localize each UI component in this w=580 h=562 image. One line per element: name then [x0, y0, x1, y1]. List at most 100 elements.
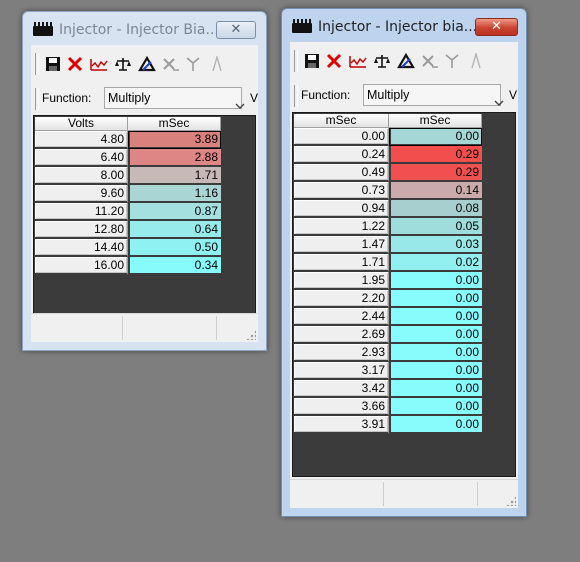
row-value-cell[interactable]: 0.00 [389, 290, 482, 308]
row-key-cell[interactable]: 0.49 [294, 164, 389, 182]
row-value-cell[interactable]: 0.34 [128, 257, 221, 275]
graph-icon[interactable] [348, 51, 368, 71]
scale-icon[interactable] [420, 51, 440, 71]
row-key-cell[interactable]: 0.94 [294, 200, 389, 218]
more-tools-icon[interactable] [466, 51, 486, 71]
delete-icon[interactable] [324, 51, 344, 71]
row-value-cell[interactable]: 0.00 [389, 272, 482, 290]
balance-icon[interactable] [372, 51, 392, 71]
app-chip-icon [292, 19, 312, 33]
row-key-cell[interactable]: 2.44 [294, 308, 389, 326]
row-value-cell[interactable]: 0.00 [389, 308, 482, 326]
row-key-cell[interactable]: 9.60 [35, 185, 128, 203]
injector-bias-window-volts[interactable]: Injector - Injector Bia... ✕ Function: M… [22, 11, 267, 351]
row-value-cell[interactable]: 1.16 [128, 185, 221, 203]
close-button[interactable]: ✕ [475, 18, 518, 36]
title-bar[interactable]: Injector - Injector Bia... ✕ [23, 12, 266, 45]
row-key-cell[interactable]: 3.91 [294, 416, 389, 434]
function-select[interactable]: Multiply [104, 87, 245, 109]
table-row: 14.40 0.50 [35, 239, 221, 257]
save-icon[interactable] [43, 54, 63, 74]
toolbar-grip[interactable] [294, 50, 298, 72]
row-key-cell[interactable]: 11.20 [35, 203, 128, 221]
split-icon[interactable] [183, 54, 203, 74]
table-row: 0.73 0.14 [294, 182, 482, 200]
injector-bias-window-msec[interactable]: Injector - Injector bia... ✕ Function: M… [281, 8, 527, 517]
row-key-cell[interactable]: 4.80 [35, 131, 128, 149]
row-value-cell[interactable]: 1.71 [128, 167, 221, 185]
row-value-cell[interactable]: 0.02 [389, 254, 482, 272]
function-select-value: Multiply [367, 88, 410, 102]
function-select[interactable]: Multiply [363, 84, 504, 106]
table-row: 0.94 0.08 [294, 200, 482, 218]
row-key-cell[interactable]: 6.40 [35, 149, 128, 167]
row-value-cell[interactable]: 0.64 [128, 221, 221, 239]
column-header-key[interactable]: Volts [35, 117, 128, 131]
row-value-cell[interactable]: 0.00 [389, 398, 482, 416]
row-key-cell[interactable]: 14.40 [35, 239, 128, 257]
row-value-cell[interactable]: 0.00 [389, 380, 482, 398]
row-value-cell[interactable]: 0.00 [389, 416, 482, 434]
row-key-cell[interactable]: 1.22 [294, 218, 389, 236]
delta-icon[interactable] [137, 54, 157, 74]
row-value-cell[interactable]: 0.08 [389, 200, 482, 218]
column-header-value[interactable]: mSec [389, 114, 482, 128]
resize-grip-icon[interactable] [246, 330, 256, 340]
close-button[interactable]: ✕ [216, 21, 256, 39]
row-key-cell[interactable]: 8.00 [35, 167, 128, 185]
row-key-cell[interactable]: 0.73 [294, 182, 389, 200]
function-bar-grip[interactable] [294, 85, 298, 107]
row-value-cell[interactable]: 0.03 [389, 236, 482, 254]
scale-icon[interactable] [161, 54, 181, 74]
row-value-cell[interactable]: 0.05 [389, 218, 482, 236]
row-key-cell[interactable]: 1.47 [294, 236, 389, 254]
toolbar-grip[interactable] [35, 53, 39, 75]
row-value-cell[interactable]: 0.14 [389, 182, 482, 200]
status-pane [31, 316, 123, 340]
row-value-cell[interactable]: 0.00 [389, 344, 482, 362]
column-header-value[interactable]: mSec [128, 117, 221, 131]
row-key-cell[interactable]: 0.24 [294, 146, 389, 164]
more-tools-icon[interactable] [207, 54, 227, 74]
row-key-cell[interactable]: 1.95 [294, 272, 389, 290]
row-value-cell[interactable]: 3.89 [128, 131, 221, 149]
row-key-cell[interactable]: 2.93 [294, 344, 389, 362]
table-row: 2.44 0.00 [294, 308, 482, 326]
row-key-cell[interactable]: 2.20 [294, 290, 389, 308]
balance-icon[interactable] [113, 54, 133, 74]
resize-grip-icon[interactable] [506, 496, 516, 506]
function-bar-grip[interactable] [35, 88, 39, 110]
row-value-cell[interactable]: 0.87 [128, 203, 221, 221]
title-bar[interactable]: Injector - Injector bia... ✕ [282, 9, 526, 42]
row-value-cell[interactable]: 0.00 [389, 326, 482, 344]
save-icon[interactable] [302, 51, 322, 71]
row-key-cell[interactable]: 1.71 [294, 254, 389, 272]
row-value-cell[interactable]: 2.88 [128, 149, 221, 167]
delta-icon[interactable] [396, 51, 416, 71]
status-bar [290, 479, 518, 508]
row-value-cell[interactable]: 0.29 [389, 164, 482, 182]
function-select-value: Multiply [108, 91, 151, 105]
column-header-key[interactable]: mSec [294, 114, 389, 128]
table-row: 8.00 1.71 [35, 167, 221, 185]
split-icon[interactable] [442, 51, 462, 71]
row-key-cell[interactable]: 3.42 [294, 380, 389, 398]
bias-table-msec: mSec mSec 0.00 0.00 0.24 0.29 0.49 0.29 0.73 0.… [294, 114, 482, 434]
row-key-cell[interactable]: 3.66 [294, 398, 389, 416]
function-bar-trailing-label: V [509, 88, 518, 102]
row-value-cell[interactable]: 0.50 [128, 239, 221, 257]
row-key-cell[interactable]: 12.80 [35, 221, 128, 239]
row-key-cell[interactable]: 2.69 [294, 326, 389, 344]
row-value-cell[interactable]: 0.00 [389, 362, 482, 380]
row-value-cell[interactable]: 0.29 [389, 146, 482, 164]
row-key-cell[interactable]: 16.00 [35, 257, 128, 275]
row-value-cell[interactable]: 0.00 [389, 128, 482, 146]
table-row: 3.17 0.00 [294, 362, 482, 380]
data-grid[interactable]: mSec mSec 0.00 0.00 0.24 0.29 0.49 0.29 0.73 0.… [292, 112, 516, 477]
graph-icon[interactable] [89, 54, 109, 74]
toolbar [31, 45, 258, 83]
row-key-cell[interactable]: 3.17 [294, 362, 389, 380]
row-key-cell[interactable]: 0.00 [294, 128, 389, 146]
delete-icon[interactable] [65, 54, 85, 74]
data-grid[interactable]: Volts mSec 4.80 3.89 6.40 2.88 8.00 1.71 9.60 1… [33, 115, 256, 321]
